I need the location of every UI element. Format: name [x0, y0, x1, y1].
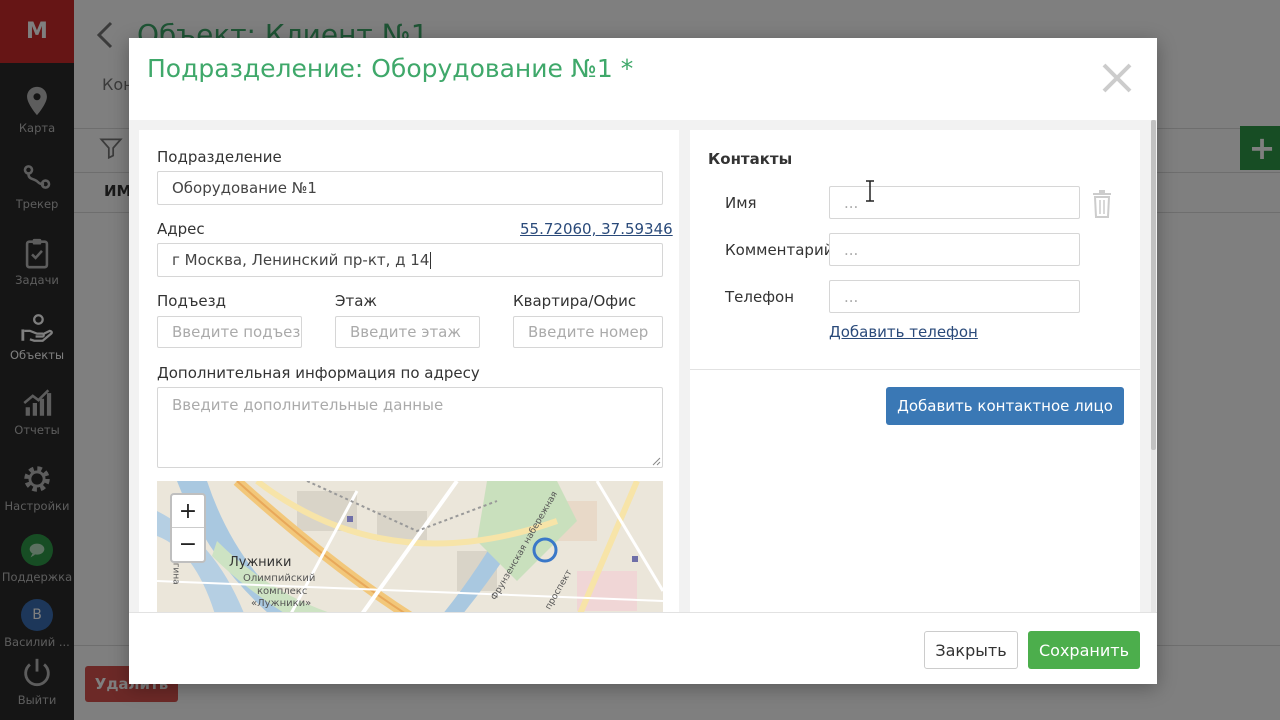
modal-scrollbar[interactable]: [1151, 120, 1156, 612]
entrance-label: Подъезд: [157, 292, 227, 310]
extra-info-textarea[interactable]: Введите дополнительные данные: [157, 387, 663, 468]
office-input[interactable]: Введите номер: [513, 316, 663, 348]
office-label: Квартира/Офис: [513, 292, 637, 310]
contact-phone-input[interactable]: ...: [829, 280, 1080, 313]
address-label: Адрес: [157, 220, 205, 238]
map-view[interactable]: Лужники Олимпийский комплекс «Лужники» у…: [157, 481, 663, 612]
zoom-in-button[interactable]: +: [172, 495, 204, 528]
close-button[interactable]: Закрыть: [924, 631, 1018, 669]
contact-comment-label: Комментарий: [725, 241, 834, 259]
address-input[interactable]: г Москва, Ленинский пр-кт, д 14: [157, 243, 663, 277]
map-label: Олимпийский: [243, 573, 316, 584]
modal-footer: Закрыть Сохранить: [129, 612, 1157, 684]
map-label: «Лужники»: [251, 598, 312, 609]
address-value: г Москва, Ленинский пр-кт, д 14: [172, 251, 430, 269]
text-cursor-icon: [866, 180, 874, 202]
division-modal: Подразделение: Оборудование №1 * Подразд…: [129, 38, 1157, 684]
contact-phone-label: Телефон: [725, 288, 795, 306]
division-label: Подразделение: [157, 148, 282, 166]
zoom-out-button[interactable]: −: [172, 528, 204, 561]
division-input[interactable]: Оборудование №1: [157, 171, 663, 205]
floor-label: Этаж: [335, 292, 377, 310]
add-phone-link[interactable]: Добавить телефон: [829, 323, 978, 341]
add-contact-button[interactable]: Добавить контактное лицо: [886, 387, 1124, 425]
save-button[interactable]: Сохранить: [1028, 631, 1140, 669]
modal-header: Подразделение: Оборудование №1 *: [129, 38, 1157, 120]
address-panel: Подразделение Оборудование №1 Адрес 55.7…: [139, 130, 679, 612]
floor-input[interactable]: Введите этаж: [335, 316, 480, 348]
contact-comment-input[interactable]: ...: [829, 233, 1080, 266]
trash-icon[interactable]: [1090, 190, 1114, 218]
map-tiles: [157, 481, 663, 612]
map-label: комплекс: [257, 586, 308, 597]
coordinates-link[interactable]: 55.72060, 37.59346: [520, 220, 673, 238]
close-icon[interactable]: [1099, 60, 1135, 96]
extra-info-label: Дополнительная информация по адресу: [157, 364, 480, 382]
modal-title: Подразделение: Оборудование №1 *: [147, 54, 634, 83]
divider: [690, 369, 1140, 370]
text-caret: [430, 251, 432, 269]
map-label: Лужники: [229, 555, 292, 570]
contact-name-label: Имя: [725, 194, 757, 212]
entrance-input[interactable]: Введите подъезд: [157, 316, 302, 348]
contacts-title: Контакты: [708, 150, 793, 168]
map-zoom-control: + −: [170, 493, 206, 563]
scrollbar-thumb[interactable]: [1151, 120, 1156, 450]
resize-handle-icon[interactable]: [651, 456, 661, 466]
modal-body: Подразделение Оборудование №1 Адрес 55.7…: [129, 120, 1157, 612]
contacts-panel: Контакты Имя ... Комментарий ... Телефон…: [690, 130, 1140, 612]
